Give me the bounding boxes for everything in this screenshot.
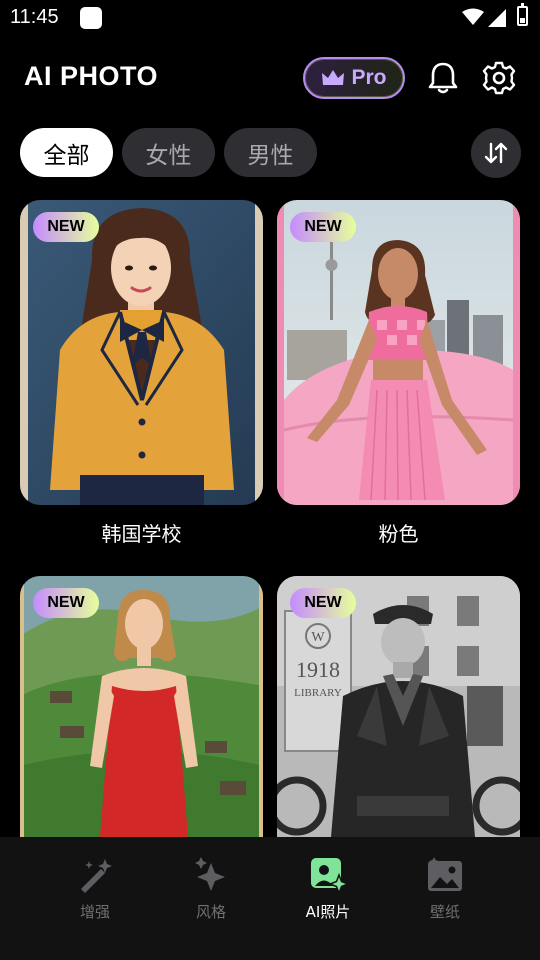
filter-chip-male[interactable]: 男性 (224, 128, 317, 177)
gear-icon (482, 61, 516, 95)
app-title: AI PHOTO (24, 61, 159, 91)
ai-portrait-icon (311, 858, 348, 895)
sign-letter: W (311, 630, 325, 645)
pro-button[interactable]: Pro (303, 57, 405, 99)
new-badge: NEW (33, 212, 99, 242)
wallpaper-icon (428, 857, 462, 891)
signal-icon (488, 9, 506, 27)
magic-wand-icon (81, 859, 112, 893)
style-card-vintage[interactable]: W 1918 LIBRARY NEW (277, 576, 520, 837)
sort-button[interactable] (471, 128, 521, 178)
card-label: 韩国学校 (101, 522, 182, 546)
status-time: 11:45 (10, 6, 59, 28)
battery-icon (517, 3, 528, 26)
sign-year: 1918 (296, 657, 340, 682)
bottom-navigation: 增强 风格 AI照片 壁纸 (0, 837, 540, 960)
pink-style-photo (277, 200, 520, 505)
pro-label: Pro (351, 66, 387, 89)
filter-chip-female[interactable]: 女性 (122, 128, 215, 177)
style-card-countryside[interactable]: NEW (20, 576, 263, 837)
nav-label: 风格 (195, 903, 226, 921)
filter-chip-all[interactable]: 全部 (20, 128, 113, 177)
card-label: 粉色 (378, 522, 419, 546)
settings-button[interactable] (481, 60, 517, 96)
korean-school-photo (20, 200, 263, 505)
nav-label: 增强 (79, 903, 110, 921)
sign-word: LIBRARY (294, 687, 342, 699)
sparkle-icon (195, 857, 225, 891)
nav-label: 壁纸 (429, 903, 460, 921)
notifications-button[interactable] (425, 60, 461, 96)
style-card-pink[interactable]: NEW (277, 200, 520, 505)
wifi-icon (462, 8, 484, 25)
bell-icon (428, 62, 458, 94)
nav-item-style[interactable]: 风格 (156, 837, 266, 937)
nav-label: AI照片 (305, 903, 351, 921)
notification-icon (80, 7, 102, 29)
status-bar: 11:45 (0, 0, 540, 38)
nav-item-wallpaper[interactable]: 壁纸 (390, 837, 500, 937)
sort-icon (484, 142, 508, 164)
nav-item-ai-photo[interactable]: AI照片 (273, 837, 383, 937)
new-badge: NEW (290, 588, 356, 618)
new-badge: NEW (290, 212, 356, 242)
crown-icon (322, 70, 345, 85)
nav-item-enhance[interactable]: 增强 (40, 837, 150, 937)
new-badge: NEW (33, 588, 99, 618)
style-card-korean-school[interactable]: NEW (20, 200, 263, 505)
